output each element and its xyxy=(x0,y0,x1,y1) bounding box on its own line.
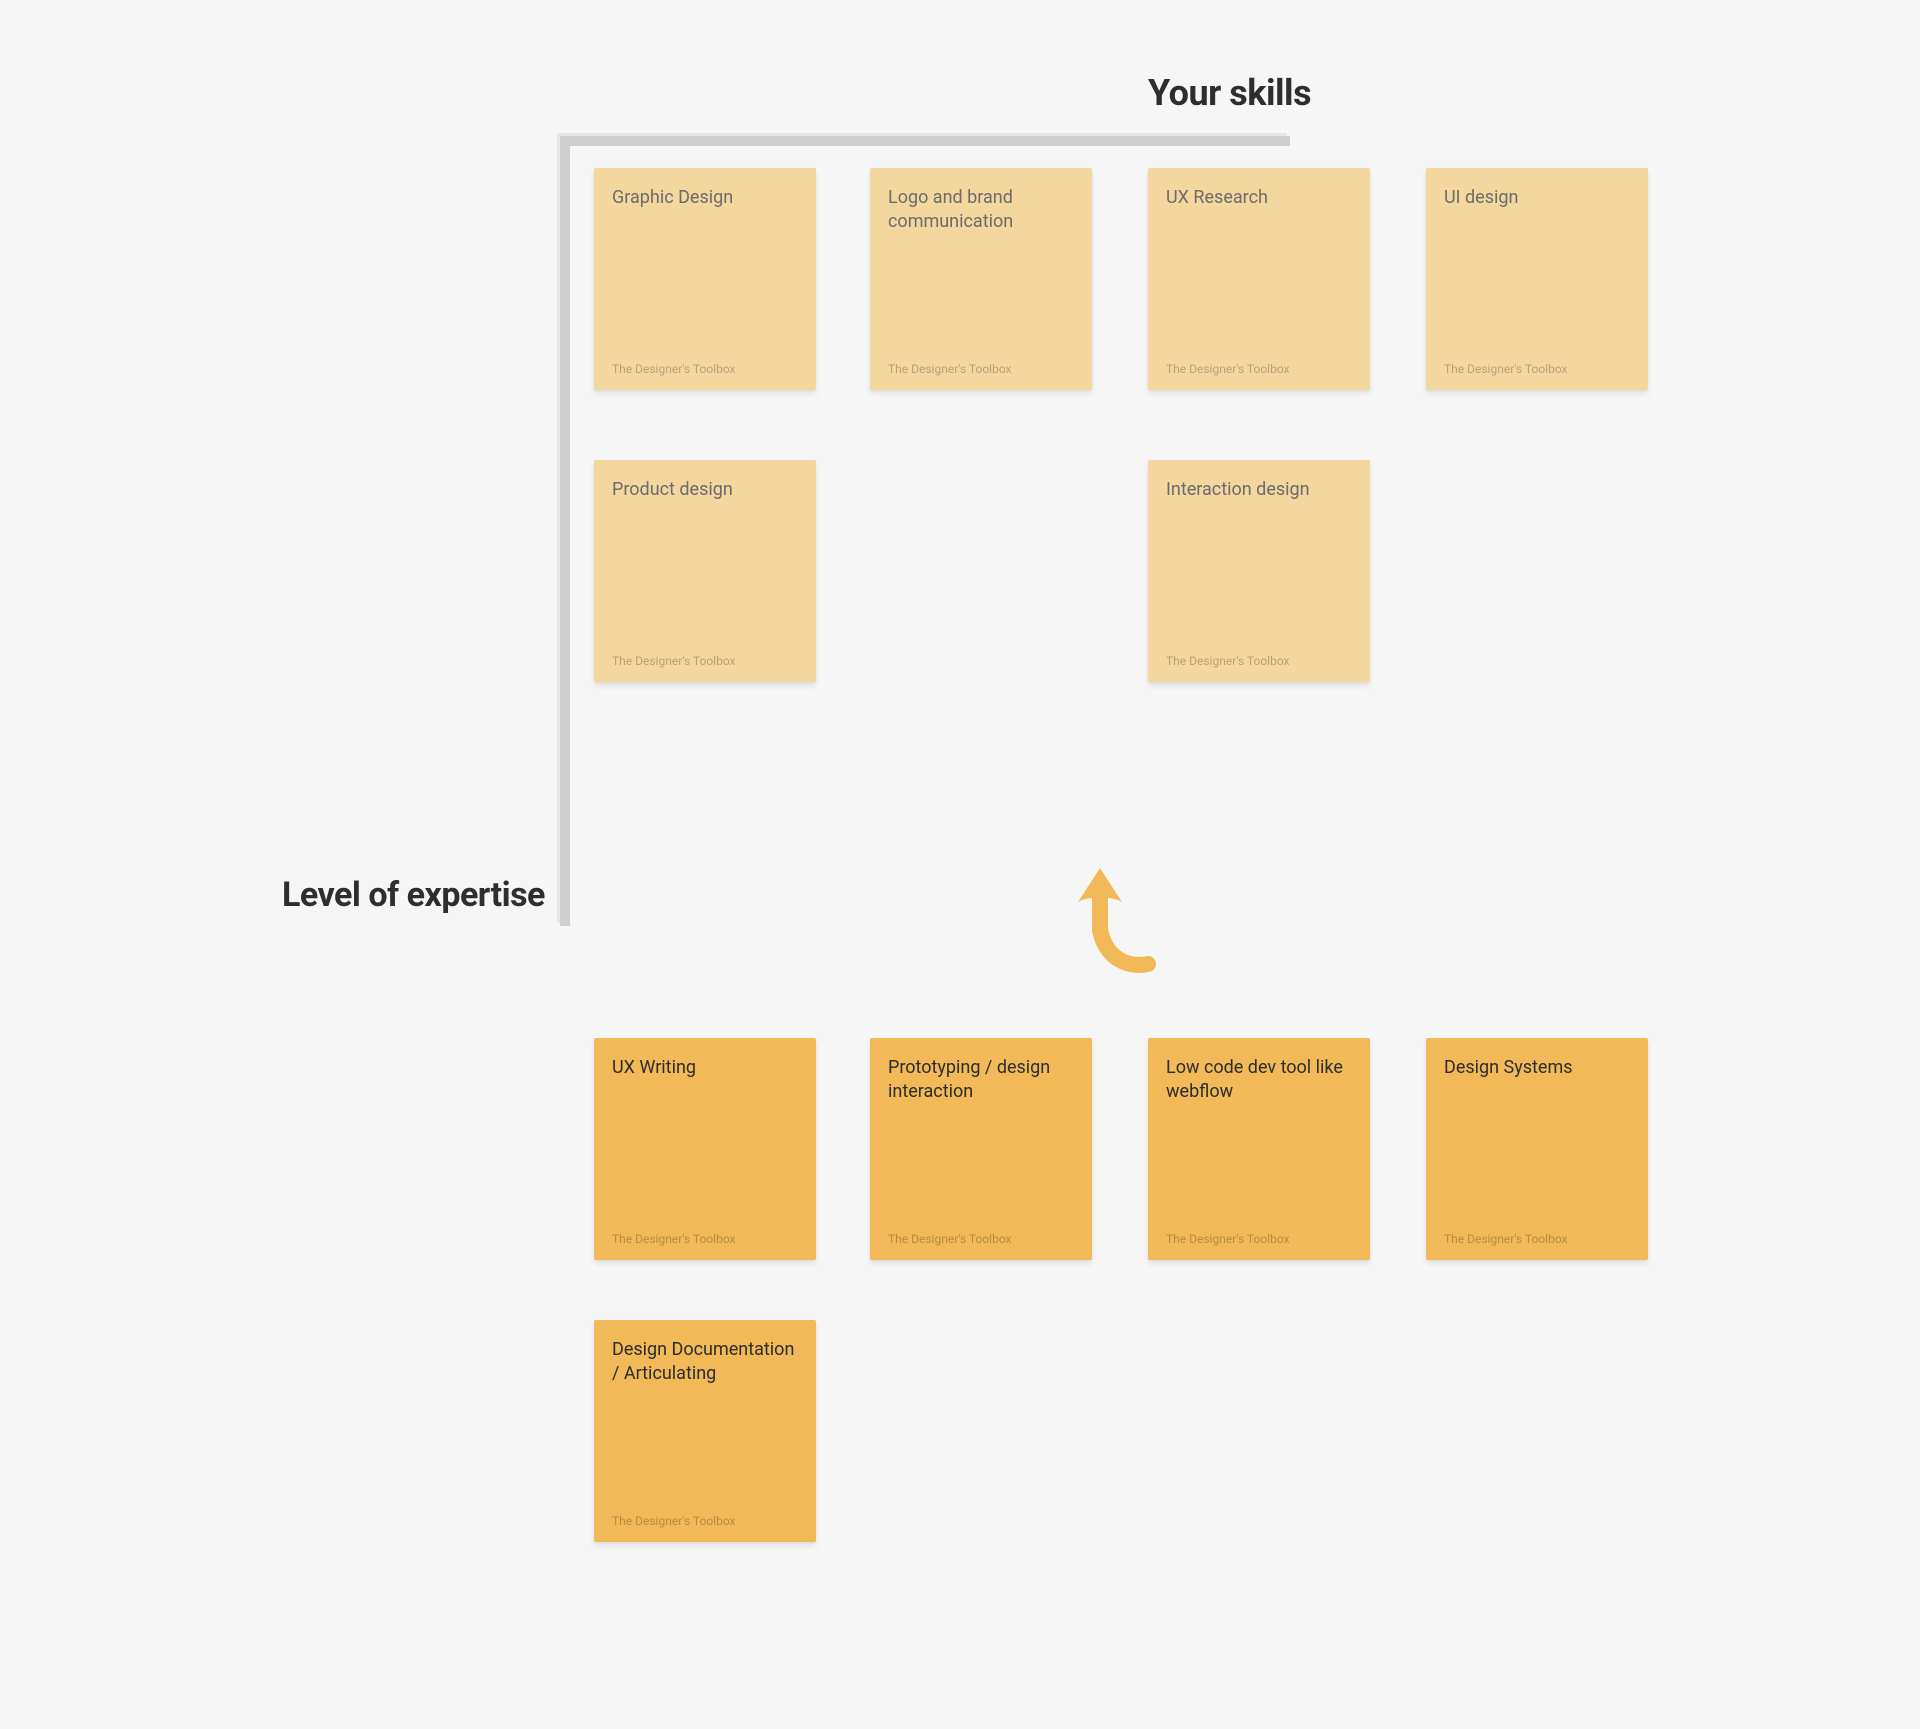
axis-label-expertise: Level of expertise xyxy=(282,875,545,915)
diagram-canvas: { "labels": { "top_title": "Your skills"… xyxy=(0,0,1920,1729)
skill-card-footer: The Designer's Toolbox xyxy=(1166,654,1352,668)
skill-card-footer: The Designer's Toolbox xyxy=(888,1232,1074,1246)
skill-card-interaction-design[interactable]: Interaction design The Designer's Toolbox xyxy=(1148,460,1370,682)
axis-label-skills: Your skills xyxy=(1148,72,1311,114)
skill-card-logo-brand-comm[interactable]: Logo and brand communication The Designer… xyxy=(870,168,1092,390)
skill-card-label: Prototyping / design interaction xyxy=(888,1056,1074,1105)
skill-card-footer: The Designer's Toolbox xyxy=(612,1232,798,1246)
skill-card-label: Design Documentation / Articulating xyxy=(612,1338,798,1387)
arrow-up-icon xyxy=(1060,856,1160,976)
skill-card-product-design[interactable]: Product design The Designer's Toolbox xyxy=(594,460,816,682)
skill-card-footer: The Designer's Toolbox xyxy=(1444,362,1630,376)
skill-card-footer: The Designer's Toolbox xyxy=(888,362,1074,376)
skill-card-label: UI design xyxy=(1444,186,1630,210)
skill-card-label: Graphic Design xyxy=(612,186,798,210)
skill-card-footer: The Designer's Toolbox xyxy=(1166,1232,1352,1246)
skill-card-footer: The Designer's Toolbox xyxy=(1444,1232,1630,1246)
skill-card-low-code[interactable]: Low code dev tool like webflow The Design… xyxy=(1148,1038,1370,1260)
skill-card-label: Interaction design xyxy=(1166,478,1352,502)
skill-card-footer: The Designer's Toolbox xyxy=(612,654,798,668)
skill-card-label: UX Research xyxy=(1166,186,1352,210)
skill-card-ux-writing[interactable]: UX Writing The Designer's Toolbox xyxy=(594,1038,816,1260)
guide-vertical xyxy=(560,136,570,926)
guide-horizontal xyxy=(560,136,1290,146)
skill-card-design-docs[interactable]: Design Documentation / Articulating The D… xyxy=(594,1320,816,1542)
skill-card-footer: The Designer's Toolbox xyxy=(612,362,798,376)
skill-card-label: Low code dev tool like webflow xyxy=(1166,1056,1352,1105)
skill-card-footer: The Designer's Toolbox xyxy=(612,1514,798,1528)
skill-card-ui-design[interactable]: UI design The Designer's Toolbox xyxy=(1426,168,1648,390)
skill-card-label: Product design xyxy=(612,478,798,502)
skill-card-prototyping[interactable]: Prototyping / design interaction The Desi… xyxy=(870,1038,1092,1260)
skill-card-label: Design Systems xyxy=(1444,1056,1630,1080)
skill-card-graphic-design[interactable]: Graphic Design The Designer's Toolbox xyxy=(594,168,816,390)
skill-card-label: Logo and brand communication xyxy=(888,186,1074,235)
skill-card-footer: The Designer's Toolbox xyxy=(1166,362,1352,376)
skill-card-design-systems[interactable]: Design Systems The Designer's Toolbox xyxy=(1426,1038,1648,1260)
skill-card-ux-research[interactable]: UX Research The Designer's Toolbox xyxy=(1148,168,1370,390)
skill-card-label: UX Writing xyxy=(612,1056,798,1080)
